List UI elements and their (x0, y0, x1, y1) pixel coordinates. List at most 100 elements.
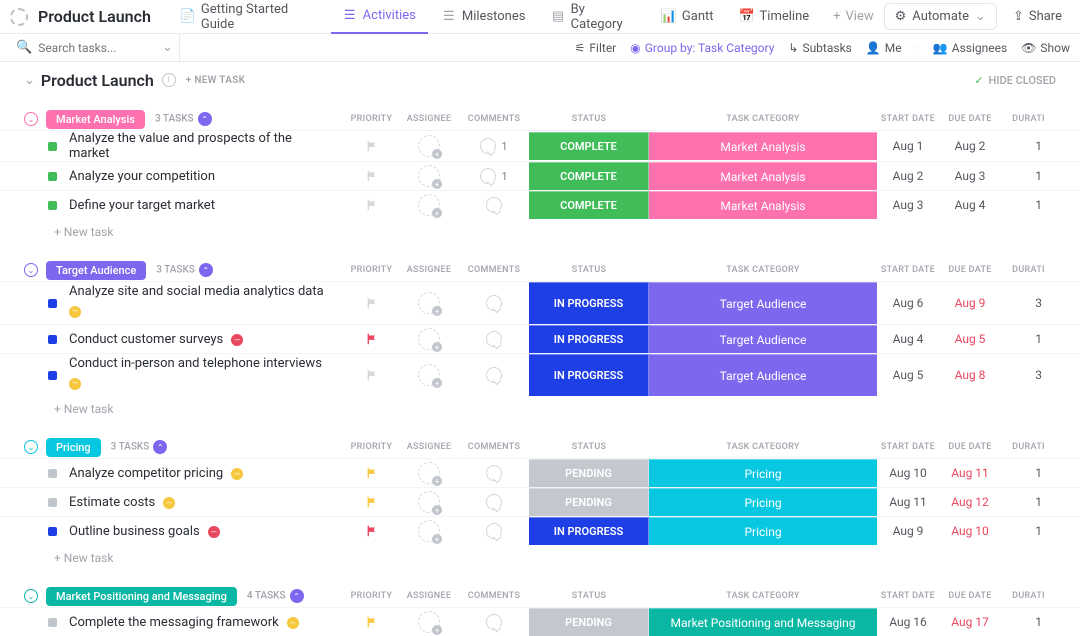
start-date-cell[interactable]: Aug 16 (877, 615, 939, 629)
assignee-cell[interactable] (399, 462, 459, 484)
duration-cell[interactable]: 1 (1001, 495, 1056, 509)
due-date-cell[interactable]: Aug 2 (939, 139, 1001, 153)
priority-cell[interactable] (344, 139, 399, 153)
col-due-date[interactable]: DUE DATE (939, 442, 1001, 452)
due-date-cell[interactable]: Aug 9 (939, 296, 1001, 310)
duration-cell[interactable]: 1 (1001, 466, 1056, 480)
status-cell[interactable]: COMPLETE (529, 132, 649, 160)
due-date-cell[interactable]: Aug 12 (939, 495, 1001, 509)
assignee-cell[interactable] (399, 328, 459, 350)
col-duration[interactable]: DURATI (1001, 591, 1056, 601)
assignee-avatar[interactable] (418, 491, 440, 513)
comments-cell[interactable] (459, 295, 529, 311)
col-status[interactable]: STATUS (529, 114, 649, 124)
col-due-date[interactable]: DUE DATE (939, 591, 1001, 601)
status-square[interactable] (48, 172, 57, 181)
assignee-avatar[interactable] (418, 194, 440, 216)
col-start-date[interactable]: START DATE (877, 442, 939, 452)
search-input[interactable] (38, 41, 156, 55)
show-button[interactable]: 👁Show (1021, 41, 1070, 55)
status-square[interactable] (48, 618, 57, 627)
comments-cell[interactable] (459, 523, 529, 539)
assignee-cell[interactable] (399, 611, 459, 633)
share-button[interactable]: ⇪Share (1005, 4, 1070, 29)
assignee-cell[interactable] (399, 491, 459, 513)
start-date-cell[interactable]: Aug 9 (877, 524, 939, 538)
group-label[interactable]: Target Audience (46, 261, 146, 280)
start-date-cell[interactable]: Aug 2 (877, 169, 939, 183)
due-date-cell[interactable]: Aug 5 (939, 332, 1001, 346)
col-status[interactable]: STATUS (529, 442, 649, 452)
category-cell[interactable]: Pricing (649, 488, 877, 516)
status-cell[interactable]: IN PROGRESS (529, 325, 649, 353)
task-row[interactable]: Estimate costs—PENDINGPricingAug 11Aug 1… (0, 487, 1080, 516)
assignee-cell[interactable] (399, 292, 459, 314)
assignee-avatar[interactable] (418, 462, 440, 484)
chevron-down-icon[interactable]: ⌄ (162, 40, 173, 55)
task-row[interactable]: Conduct in-person and telephone intervie… (0, 353, 1080, 396)
view-tab-activities[interactable]: ☰Activities (331, 0, 428, 34)
comments-cell[interactable] (459, 197, 529, 213)
app-logo[interactable] (10, 8, 28, 26)
priority-cell[interactable] (344, 332, 399, 346)
group-collapse-toggle[interactable]: ⌄ (24, 263, 38, 277)
task-name[interactable]: Conduct customer surveys (69, 332, 223, 347)
assignee-avatar[interactable] (418, 364, 440, 386)
status-cell[interactable]: IN PROGRESS (529, 354, 649, 396)
assignee-cell[interactable] (399, 520, 459, 542)
start-date-cell[interactable]: Aug 11 (877, 495, 939, 509)
comments-cell[interactable]: 1 (459, 138, 529, 154)
start-date-cell[interactable]: Aug 10 (877, 466, 939, 480)
status-cell[interactable]: PENDING (529, 608, 649, 636)
col-assignee[interactable]: ASSIGNEE (399, 265, 459, 275)
status-cell[interactable]: IN PROGRESS (529, 282, 649, 324)
col-priority[interactable]: PRIORITY (344, 442, 399, 452)
category-cell[interactable]: Pricing (649, 459, 877, 487)
assignee-avatar[interactable] (418, 292, 440, 314)
hide-closed-button[interactable]: ✓HIDE CLOSED (974, 74, 1056, 87)
col-category[interactable]: TASK CATEGORY (649, 114, 877, 124)
col-assignee[interactable]: ASSIGNEE (399, 114, 459, 124)
group-collapse-toggle[interactable]: ⌄ (24, 589, 38, 603)
col-duration[interactable]: DURATI (1001, 442, 1056, 452)
due-date-cell[interactable]: Aug 3 (939, 169, 1001, 183)
col-start-date[interactable]: START DATE (877, 591, 939, 601)
status-cell[interactable]: PENDING (529, 488, 649, 516)
duration-cell[interactable]: 3 (1001, 296, 1056, 310)
subtasks-button[interactable]: ↳Subtasks (788, 41, 851, 55)
search-box[interactable]: 🔍 ⌄ (10, 34, 180, 61)
status-square[interactable] (48, 498, 57, 507)
duration-cell[interactable]: 1 (1001, 169, 1056, 183)
duration-cell[interactable]: 1 (1001, 332, 1056, 346)
col-comments[interactable]: COMMENTS (459, 114, 529, 124)
task-name[interactable]: Estimate costs (69, 495, 155, 510)
duration-cell[interactable]: 1 (1001, 139, 1056, 153)
add-view-button[interactable]: +View (823, 9, 884, 24)
col-category[interactable]: TASK CATEGORY (649, 591, 877, 601)
due-date-cell[interactable]: Aug 4 (939, 198, 1001, 212)
assignee-cell[interactable] (399, 135, 459, 157)
task-name[interactable]: Outline business goals (69, 524, 200, 539)
col-priority[interactable]: PRIORITY (344, 265, 399, 275)
col-start-date[interactable]: START DATE (877, 265, 939, 275)
duration-cell[interactable]: 3 (1001, 368, 1056, 382)
status-square[interactable] (48, 371, 57, 380)
task-row[interactable]: Complete the messaging framework—PENDING… (0, 607, 1080, 636)
comments-cell[interactable] (459, 494, 529, 510)
col-comments[interactable]: COMMENTS (459, 442, 529, 452)
status-square[interactable] (48, 201, 57, 210)
category-cell[interactable]: Target Audience (649, 354, 877, 396)
group-by-button[interactable]: ◉Group by: Task Category (630, 41, 774, 55)
category-cell[interactable]: Market Positioning and Messaging (649, 608, 877, 636)
task-row[interactable]: Outline business goals—IN PROGRESSPricin… (0, 516, 1080, 545)
task-row[interactable]: Define your target marketCOMPLETEMarket … (0, 190, 1080, 219)
status-square[interactable] (48, 335, 57, 344)
assignee-avatar[interactable] (418, 611, 440, 633)
col-priority[interactable]: PRIORITY (344, 114, 399, 124)
due-date-cell[interactable]: Aug 17 (939, 615, 1001, 629)
filter-button[interactable]: ⚟Filter (575, 41, 617, 55)
info-icon[interactable]: i (162, 73, 176, 87)
col-duration[interactable]: DURATI (1001, 114, 1056, 124)
category-cell[interactable]: Target Audience (649, 282, 877, 324)
status-square[interactable] (48, 527, 57, 536)
